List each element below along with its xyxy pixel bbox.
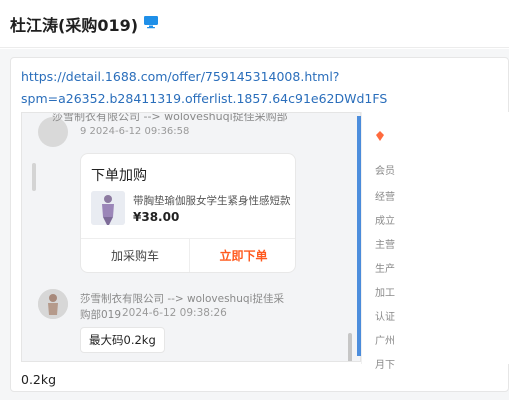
message-sender-continued: 购部019 bbox=[80, 309, 122, 321]
side-panel-item: 广州 bbox=[375, 336, 395, 347]
side-panel-item: 加工 bbox=[375, 288, 395, 299]
message-sender: 莎雪制衣有限公司 --> woloveshuqi捉佳采 bbox=[80, 293, 284, 305]
side-panel: 会员 经营 成立 主营 生产 加工 认证 广州 月下 bbox=[361, 112, 509, 371]
message-meta: 9 2024-6-12 09:36:58 bbox=[80, 126, 190, 137]
side-panel-item: 会员 bbox=[375, 166, 395, 177]
monitor-icon[interactable] bbox=[143, 15, 159, 29]
shop-logo-icon bbox=[376, 131, 384, 141]
chat-header: 杜江涛(采购019) bbox=[0, 0, 509, 48]
offer-link-line-1[interactable]: https://detail.1688.com/offer/7591453140… bbox=[21, 66, 387, 88]
offer-link[interactable]: https://detail.1688.com/offer/7591453140… bbox=[21, 66, 387, 110]
chat-area: https://detail.1688.com/offer/7591453140… bbox=[0, 49, 509, 400]
screenshot-image[interactable]: 莎雪制衣有限公司 --> woloveshuqi捉佳采购部 9 2024-6-1… bbox=[21, 112, 361, 362]
message-caption: 0.2kg bbox=[21, 372, 57, 387]
product-price: ¥38.00 bbox=[133, 210, 180, 224]
message-text: 最大码0.2kg bbox=[80, 327, 165, 353]
avatar bbox=[38, 289, 68, 319]
add-to-cart-button[interactable]: 加采购车 bbox=[81, 239, 189, 272]
order-now-button[interactable]: 立即下单 bbox=[189, 239, 295, 272]
contact-title: 杜江涛(采购019) bbox=[10, 16, 139, 35]
side-panel-item: 认证 bbox=[375, 312, 395, 323]
order-card-title: 下单加购 bbox=[91, 168, 147, 184]
product-thumbnail bbox=[91, 191, 125, 225]
message-timestamp: 2024-6-12 09:38:26 bbox=[122, 307, 227, 319]
side-panel-item: 月下 bbox=[375, 360, 395, 371]
message-sender: 莎雪制衣有限公司 --> woloveshuqi捉佳采购部 bbox=[52, 112, 288, 123]
offer-link-line-2[interactable]: spm=a26352.b28411319.offerlist.1857.64c9… bbox=[21, 88, 387, 110]
scroll-indicator-left bbox=[32, 163, 36, 191]
order-card: 下单加购 带胸垫瑜伽服女学生紧身性感短款 ¥38.00 加采购车 立即下单 bbox=[80, 153, 296, 273]
product-name: 带胸垫瑜伽服女学生紧身性感短款 bbox=[133, 195, 291, 207]
message-bubble: https://detail.1688.com/offer/7591453140… bbox=[10, 57, 509, 392]
scrollbar[interactable] bbox=[348, 333, 352, 361]
side-panel-item: 经营 bbox=[375, 192, 395, 203]
side-panel-item: 主营 bbox=[375, 240, 395, 251]
side-panel-item: 生产 bbox=[375, 264, 395, 275]
side-panel-item: 成立 bbox=[375, 216, 395, 227]
